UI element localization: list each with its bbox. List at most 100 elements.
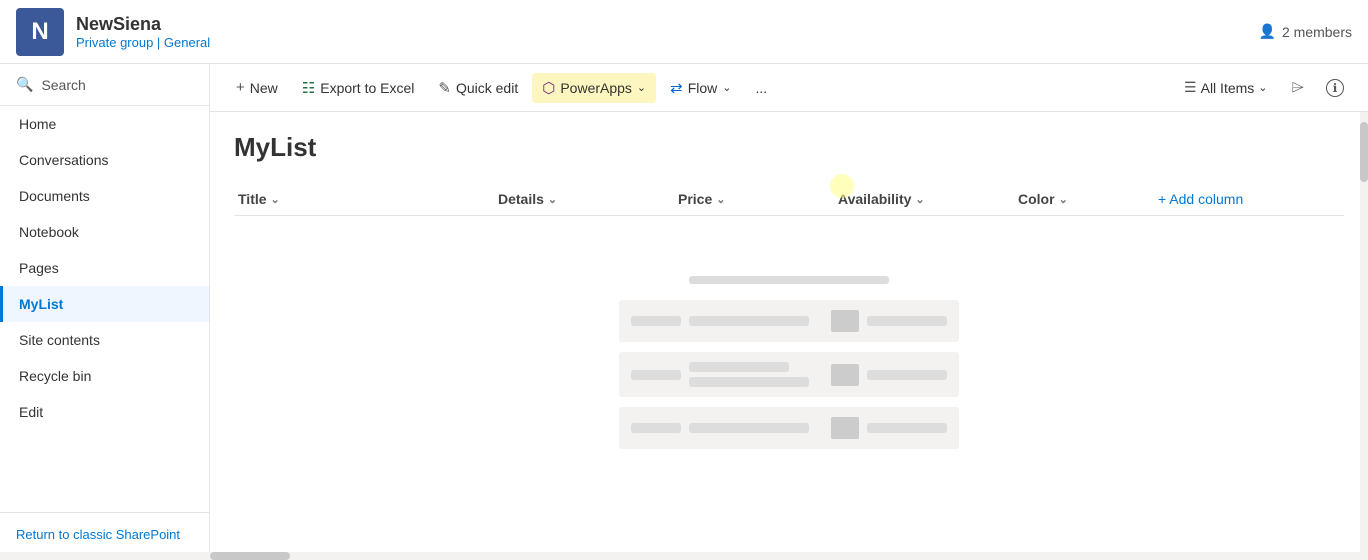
sort-icon: ⌄ [915, 193, 924, 206]
col-price-label: Price [678, 191, 712, 207]
col-color: Color ⌄ [1014, 183, 1154, 216]
search-bar[interactable]: 🔍 Search [0, 64, 209, 106]
ph-bar-sm [631, 370, 681, 380]
ph-bar-top [689, 276, 889, 284]
ph-bar-sm [631, 316, 681, 326]
ph-bar-md [689, 316, 809, 326]
ph-bar-md [689, 377, 809, 387]
nav-item-label: Recycle bin [19, 368, 91, 384]
all-items-label: All Items [1201, 80, 1255, 96]
ph-img [831, 364, 859, 386]
sort-icon: ⌄ [716, 193, 725, 206]
placeholder-row-3 [619, 407, 959, 449]
list-view-icon: ☰ [1184, 79, 1197, 96]
placeholder-area [234, 276, 1344, 449]
col-availability: Availability ⌄ [834, 183, 1014, 216]
bottom-scrollbar[interactable] [0, 552, 1368, 560]
main-layout: 🔍 Search Home Conversations Documents No… [0, 64, 1368, 552]
list-content: MyList Title ⌄ Details [210, 112, 1368, 552]
members-count: 2 members [1282, 24, 1352, 40]
col-details: Details ⌄ [494, 183, 674, 216]
bottom-scrollbar-thumb[interactable] [210, 552, 290, 560]
placeholder-row-2 [619, 352, 959, 397]
site-meta-prefix: Private group | [76, 35, 164, 50]
quick-edit-label: Quick edit [456, 80, 518, 96]
col-color-label: Color [1018, 191, 1055, 207]
export-excel-button[interactable]: ☷ Export to Excel [292, 73, 425, 103]
plus-icon: + [236, 79, 245, 96]
sidebar-item-edit[interactable]: Edit [0, 394, 209, 430]
ph-bar-lg [867, 423, 947, 433]
col-title-label: Title [238, 191, 267, 207]
filter-icon: ⌲ [1292, 79, 1304, 96]
power-apps-button[interactable]: ⬡ PowerApps ⌄ [532, 73, 656, 103]
col-availability-header[interactable]: Availability ⌄ [838, 191, 1002, 207]
col-title-header[interactable]: Title ⌄ [238, 191, 482, 207]
power-apps-label: PowerApps [560, 80, 632, 96]
filter-button[interactable]: ⌲ [1284, 73, 1312, 103]
export-label: Export to Excel [320, 80, 414, 96]
sidebar-item-mylist[interactable]: MyList [0, 286, 209, 322]
scrollbar-thumb[interactable] [1360, 122, 1368, 182]
sidebar-item-conversations[interactable]: Conversations [0, 142, 209, 178]
col-details-label: Details [498, 191, 544, 207]
add-column-label[interactable]: + Add column [1158, 191, 1243, 207]
nav-spacer [0, 430, 209, 512]
col-details-header[interactable]: Details ⌄ [498, 191, 662, 207]
nav-item-label: Documents [19, 188, 90, 204]
nav-item-label: Home [19, 116, 56, 132]
placeholder-rows [619, 300, 959, 449]
powerapps-icon: ⬡ [542, 79, 555, 97]
scrollbar-track[interactable] [1360, 112, 1368, 552]
sidebar-item-documents[interactable]: Documents [0, 178, 209, 214]
site-info: NewSiena Private group | General [76, 14, 210, 50]
sidebar-item-site-contents[interactable]: Site contents [0, 322, 209, 358]
return-classic-link[interactable]: Return to classic SharePoint [0, 517, 209, 552]
sort-icon: ⌄ [548, 193, 557, 206]
flow-icon: ⇄ [670, 79, 683, 97]
flow-button[interactable]: ⇄ Flow ⌄ [660, 73, 741, 103]
nav-item-label: Notebook [19, 224, 79, 240]
info-button[interactable]: ℹ [1318, 73, 1352, 103]
return-label: Return to classic SharePoint [16, 527, 180, 542]
col-title: Title ⌄ [234, 183, 494, 216]
chevron-down-icon: ⌄ [722, 81, 731, 94]
members-icon: 👤 [1259, 23, 1276, 40]
nav-item-label: Edit [19, 404, 43, 420]
ph-img [831, 417, 859, 439]
toolbar-right: ☰ All Items ⌄ ⌲ ℹ [1174, 73, 1352, 103]
col-availability-label: Availability [838, 191, 911, 207]
new-label: New [250, 80, 278, 96]
chevron-down-icon: ⌄ [637, 81, 646, 94]
more-button[interactable]: ... [746, 74, 778, 102]
flow-label: Flow [688, 80, 718, 96]
quick-edit-button[interactable]: ✎ Quick edit [428, 73, 528, 103]
site-name: NewSiena [76, 14, 210, 35]
col-color-header[interactable]: Color ⌄ [1018, 191, 1142, 207]
ph-bar-xl [689, 362, 789, 372]
table-header-row: Title ⌄ Details ⌄ Price [234, 183, 1344, 216]
nav-bottom: Return to classic SharePoint [0, 512, 209, 552]
col-add: + Add column [1154, 183, 1344, 216]
placeholder-row-1 [619, 300, 959, 342]
sidebar-item-recycle-bin[interactable]: Recycle bin [0, 358, 209, 394]
site-logo: N [16, 8, 64, 56]
sort-icon: ⌄ [1059, 193, 1068, 206]
sidebar-item-pages[interactable]: Pages [0, 250, 209, 286]
col-price-header[interactable]: Price ⌄ [678, 191, 822, 207]
site-meta-link[interactable]: General [164, 35, 210, 50]
sidebar-item-notebook[interactable]: Notebook [0, 214, 209, 250]
logo-letter: N [31, 18, 48, 46]
info-icon: ℹ [1326, 79, 1344, 97]
search-label: Search [41, 77, 85, 93]
list-table: Title ⌄ Details ⌄ Price [234, 183, 1344, 216]
all-items-button[interactable]: ☰ All Items ⌄ [1174, 73, 1277, 102]
nav-item-label: Site contents [19, 332, 100, 348]
ph-bar-lg [867, 370, 947, 380]
more-label: ... [756, 80, 768, 96]
sidebar-item-home[interactable]: Home [0, 106, 209, 142]
new-button[interactable]: + New [226, 73, 288, 102]
ph-bar-sm [631, 423, 681, 433]
nav-item-label: Conversations [19, 152, 109, 168]
toolbar: + New ☷ Export to Excel ✎ Quick edit ⬡ P… [210, 64, 1368, 112]
